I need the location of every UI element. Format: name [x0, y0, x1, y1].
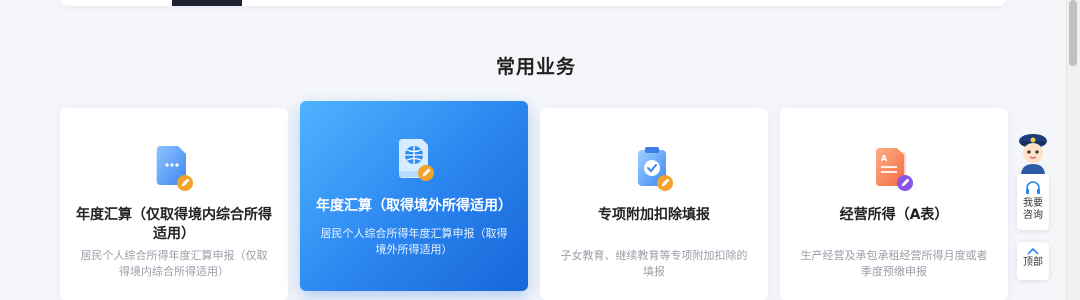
card-title: 专项附加扣除填报: [598, 207, 710, 223]
chevron-up-icon: [1027, 247, 1039, 255]
globe-book-icon: [399, 139, 434, 181]
card-business-income[interactable]: A 经营所得（A表） 生产经营及承包承租经营所得月度或者季度预缴申报: [780, 108, 1008, 300]
card-annual-domestic[interactable]: 年度汇算（仅取得境内综合所得适用） 居民个人综合所得年度汇算申报（仅取得境内综合…: [60, 108, 288, 300]
section-title: 常用业务: [495, 56, 576, 78]
card-title: 年度汇算（取得境外所得适用）: [316, 198, 512, 214]
top-label: 顶部: [1023, 257, 1043, 268]
back-to-top-button[interactable]: 顶部: [1017, 242, 1049, 280]
card-desc: 居民个人综合所得年度汇算申报（仅取得境内综合所得适用）: [80, 249, 268, 278]
headset-icon: [1026, 181, 1040, 194]
card-annual-overseas[interactable]: 年度汇算（取得境外所得适用） 居民个人综合所得年度汇算申报（取得境外所得适用）: [300, 101, 528, 291]
top-panel: [60, 0, 1006, 6]
svg-text:A: A: [881, 154, 888, 163]
banner-image: [172, 0, 242, 6]
card-desc: 生产经营及承包承租经营所得月度或者季度预缴申报: [800, 249, 988, 278]
card-desc: 子女教育、继续教育等专项附加扣除的填报: [560, 249, 748, 278]
form-a-icon: A: [876, 148, 913, 191]
clipboard-check-icon: [638, 147, 673, 191]
card-special-deduction[interactable]: 专项附加扣除填报 子女教育、继续教育等专项附加扣除的填报: [540, 108, 768, 300]
consult-button[interactable]: 我要 咨询: [1017, 174, 1049, 230]
card-title: 经营所得（A表）: [839, 207, 949, 223]
card-desc: 居民个人综合所得年度汇算申报（取得境外所得适用）: [320, 227, 508, 256]
mascot-avatar-icon: [1019, 134, 1047, 176]
document-chat-icon: [156, 146, 193, 191]
consult-label: 我要 咨询: [1023, 198, 1043, 221]
card-title: 年度汇算（仅取得境内综合所得适用）: [76, 207, 272, 242]
scrollbar-thumb[interactable]: [1069, 0, 1077, 66]
